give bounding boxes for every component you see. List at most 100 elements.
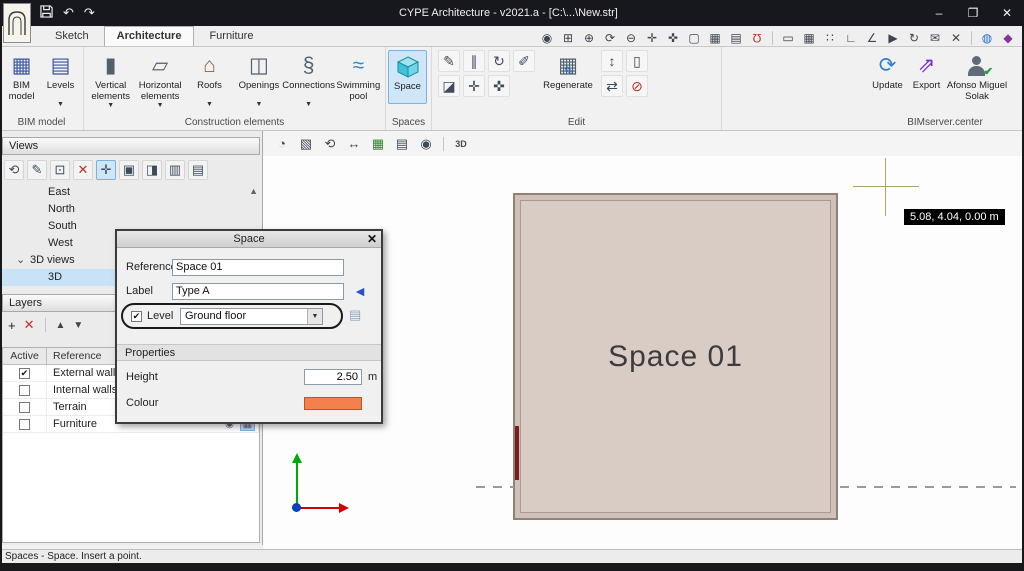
quick-tools: ◉ ⊞ ⊕ ⟳ ⊖ ✛ ✜ ▢ ▦ ▤ Ω ▭ ▦ ∷ ∟ ∠ ▶ ↻ ✉ ✕ … [539, 30, 1024, 46]
pan-icon[interactable]: ✛ [644, 30, 660, 46]
update-button[interactable]: ⟳ Update [868, 50, 907, 102]
toolbar-separator [443, 137, 444, 151]
visibility-icon[interactable]: ◉ [417, 135, 435, 153]
edit-delete-icon[interactable]: ⊘ [626, 75, 648, 97]
globe-icon[interactable]: ◍ [979, 30, 995, 46]
dxf-templates-icon[interactable]: ▦ [707, 30, 723, 46]
tab-sketch[interactable]: Sketch [42, 26, 102, 46]
back-arrow-icon[interactable]: ◄ [350, 282, 370, 299]
layer-checkbox[interactable] [19, 402, 30, 413]
reference-grid-icon[interactable]: ▤ [393, 135, 411, 153]
close-button[interactable]: ✕ [990, 0, 1024, 26]
spreadsheet-icon[interactable]: ▤ [728, 30, 744, 46]
roofs-button[interactable]: ⌂ Roofs ▼ [185, 50, 234, 108]
dropdown-arrow-icon[interactable]: ▼ [307, 309, 322, 324]
move-down-icon[interactable]: ▼ [73, 320, 83, 331]
snap-angle-icon[interactable]: ◔ [273, 135, 291, 153]
export-button[interactable]: ⇗ Export [907, 50, 946, 102]
snap-magnet-icon[interactable]: Ω [749, 30, 765, 46]
view-copy-icon[interactable]: ⊡ [50, 160, 70, 180]
view-edit-icon[interactable]: ✎ [27, 160, 47, 180]
tab-furniture[interactable]: Furniture [196, 26, 266, 46]
add-layer-icon[interactable]: + [8, 318, 16, 333]
height-input[interactable] [304, 369, 362, 385]
view-3d-icon[interactable]: 3D [452, 135, 470, 153]
zoom-all-icon[interactable]: ⊕ [581, 30, 597, 46]
edit-draw-icon[interactable]: ✎ [438, 50, 460, 72]
frame-icon[interactable]: ▢ [686, 30, 702, 46]
edit-move-icon[interactable]: ✛ [463, 75, 485, 97]
regenerate-button[interactable]: ▦✎ Regenerate [539, 50, 597, 102]
connections-button[interactable]: § Connections ▼ [284, 50, 334, 108]
dialog-close-icon[interactable]: ✕ [363, 232, 381, 246]
view-book-icon[interactable]: ▤ [188, 160, 208, 180]
edit-rotate-icon[interactable]: ↻ [488, 50, 510, 72]
edit-extend-icon[interactable]: ↕ [601, 50, 623, 72]
measure-icon[interactable]: ↔ [345, 135, 363, 153]
layer-checkbox[interactable] [19, 385, 30, 396]
colour-swatch[interactable] [304, 397, 362, 410]
scroll-up-icon[interactable]: ▲ [249, 186, 258, 196]
levels-button[interactable]: ▤ Levels ▼ [41, 50, 80, 108]
cancel-icon[interactable]: ✕ [948, 30, 964, 46]
appearance-icon[interactable]: ◆ [1000, 30, 1016, 46]
dimension-icon[interactable]: ∠ [864, 30, 880, 46]
redraw-icon[interactable]: ⟳ [602, 30, 618, 46]
view-photo-icon[interactable]: ◨ [142, 160, 162, 180]
minimize-button[interactable]: – [922, 0, 956, 26]
delete-layer-icon[interactable]: ✕ [24, 317, 35, 333]
layer-checkbox[interactable] [19, 419, 30, 430]
edit-opening-icon[interactable]: ▯ [626, 50, 648, 72]
horizontal-elements-button[interactable]: ▱ Horizontal elements ▼ [135, 50, 184, 109]
view-item-east[interactable]: East [2, 184, 260, 201]
zoom-window-icon[interactable]: ⊞ [560, 30, 576, 46]
grid-icon[interactable]: ▦ [801, 30, 817, 46]
views-cube-icon[interactable]: ▧ [297, 135, 315, 153]
vertical-elements-button[interactable]: ▮ Vertical elements ▼ [86, 50, 135, 109]
space-dialog-titlebar[interactable]: Space ✕ [117, 231, 381, 248]
level-dropdown[interactable]: Ground floor ▼ [180, 308, 323, 325]
pointer-icon[interactable]: ▶ [885, 30, 901, 46]
find-icon[interactable]: ◉ [539, 30, 555, 46]
edit-invert-icon[interactable]: ⇄ [601, 75, 623, 97]
view-camera-icon[interactable]: ▣ [119, 160, 139, 180]
levels-config-icon[interactable]: ▤ [349, 307, 361, 323]
reference-input[interactable] [172, 259, 344, 276]
view-orbit-icon[interactable]: ⟲ [4, 160, 24, 180]
move-up-icon[interactable]: ▲ [56, 320, 66, 331]
openings-button[interactable]: ◫ Openings ▼ [234, 50, 283, 108]
level-row-highlight: ✔ Level Ground floor ▼ [121, 303, 343, 329]
orbit-view-icon[interactable]: ⟲ [321, 135, 339, 153]
level-checkbox[interactable]: ✔ [131, 311, 142, 322]
orbit-icon[interactable]: ↻ [906, 30, 922, 46]
user-account-button[interactable]: ✔ Afonso Miguel Solak [946, 50, 1008, 103]
edit-array-icon[interactable]: ∥ [463, 50, 485, 72]
edit-slope-icon[interactable]: ✐ [513, 50, 535, 72]
bim-model-button[interactable]: ▦ BIM model [2, 50, 41, 103]
swimming-pool-button[interactable]: ≈ Swimming pool [334, 50, 383, 103]
redo-icon[interactable]: ↷ [84, 5, 95, 21]
label-input[interactable] [172, 283, 344, 300]
snap-points-icon[interactable]: ∷ [822, 30, 838, 46]
toolbar-separator [971, 31, 972, 45]
zoom-out-icon[interactable]: ⊖ [623, 30, 639, 46]
view-sheet-icon[interactable]: ▥ [165, 160, 185, 180]
edit-stretch-icon[interactable]: ✜ [488, 75, 510, 97]
space-tool-button[interactable]: Space [388, 50, 427, 104]
space-shape[interactable]: Space 01 [513, 193, 838, 520]
tab-architecture[interactable]: Architecture [104, 26, 195, 46]
save-icon[interactable] [40, 5, 53, 21]
edit-erase-icon[interactable]: ◪ [438, 75, 460, 97]
maximize-button[interactable]: ❐ [956, 0, 990, 26]
view-delete-icon[interactable]: ✕ [73, 160, 93, 180]
comment-icon[interactable]: ✉ [927, 30, 943, 46]
layer-checkbox[interactable]: ✔ [19, 368, 30, 379]
undo-icon[interactable]: ↶ [63, 5, 74, 21]
view-item-north[interactable]: North [2, 201, 260, 218]
move-view-icon[interactable]: ✜ [665, 30, 681, 46]
work-area-icon[interactable]: ▦ [369, 135, 387, 153]
ortho-icon[interactable]: ∟ [843, 30, 859, 46]
app-logo-icon[interactable] [3, 3, 31, 43]
view-locate-icon[interactable]: ✛ [96, 160, 116, 180]
background-icon[interactable]: ▭ [780, 30, 796, 46]
